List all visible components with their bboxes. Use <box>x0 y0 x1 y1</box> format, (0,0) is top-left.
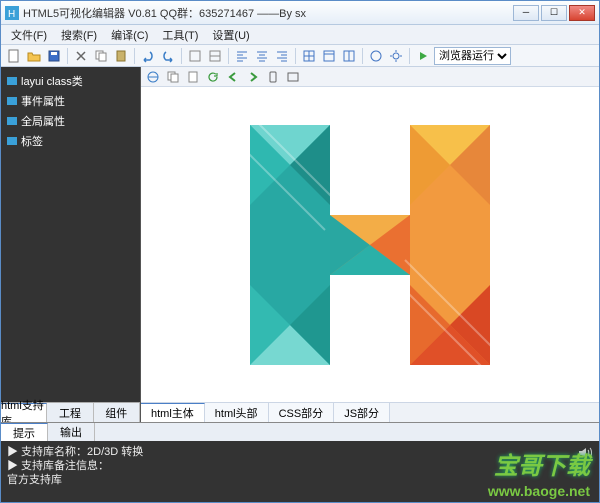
separator <box>228 48 229 64</box>
layout-icon[interactable] <box>320 47 338 65</box>
sidebar: layui class类 事件属性 全局属性 标签 html支持库 工程 组件 <box>1 67 141 422</box>
settings-icon[interactable] <box>387 47 405 65</box>
cut-icon[interactable] <box>72 47 90 65</box>
menu-search[interactable]: 搜索(F) <box>55 25 103 45</box>
output-line: 官方支持库 <box>7 473 593 487</box>
tree-item[interactable]: 标签 <box>3 131 138 151</box>
separator <box>362 48 363 64</box>
separator <box>67 48 68 64</box>
menubar: 文件(F) 搜索(F) 编译(C) 工具(T) 设置(U) <box>1 25 599 45</box>
save-icon[interactable] <box>45 47 63 65</box>
main-tabs: html主体 html头部 CSS部分 JS部分 <box>141 402 599 422</box>
minimize-button[interactable]: ─ <box>513 5 539 21</box>
tree-item[interactable]: layui class类 <box>3 71 138 91</box>
toolbar: 浏览器运行 <box>1 45 599 67</box>
run-mode-select[interactable]: 浏览器运行 <box>434 47 511 65</box>
app-window: H HTML5可视化编辑器 V0.81 QQ群：635271467 ——By s… <box>0 0 600 503</box>
window-title: HTML5可视化编辑器 V0.81 QQ群：635271467 ——By sx <box>23 5 513 21</box>
sidebar-tab-library[interactable]: html支持库 <box>1 403 47 422</box>
align-center-icon[interactable] <box>253 47 271 65</box>
menu-tools[interactable]: 工具(T) <box>156 25 204 45</box>
tab-html-head[interactable]: html头部 <box>205 403 269 422</box>
grid-icon[interactable] <box>300 47 318 65</box>
window-icon[interactable] <box>285 69 301 85</box>
sidebar-tab-project[interactable]: 工程 <box>47 403 93 422</box>
preview-toolbar <box>141 67 599 87</box>
separator <box>295 48 296 64</box>
refresh-icon[interactable] <box>205 69 221 85</box>
browser-icon[interactable] <box>145 69 161 85</box>
main-area: html主体 html头部 CSS部分 JS部分 <box>141 67 599 422</box>
menu-file[interactable]: 文件(F) <box>5 25 53 45</box>
separator <box>181 48 182 64</box>
page-icon[interactable] <box>185 69 201 85</box>
menu-compile[interactable]: 编译(C) <box>105 25 154 45</box>
align-right-icon[interactable] <box>273 47 291 65</box>
tab-js[interactable]: JS部分 <box>334 403 390 422</box>
bottom-tab-output[interactable]: 输出 <box>48 423 95 441</box>
sound-icon[interactable] <box>577 445 593 464</box>
align-left-icon[interactable] <box>233 47 251 65</box>
separator <box>409 48 410 64</box>
folder-icon <box>7 116 17 126</box>
tree-panel: layui class类 事件属性 全局属性 标签 <box>1 67 140 402</box>
h-logo-graphic <box>210 105 530 385</box>
folder-icon <box>7 136 17 146</box>
body-area: layui class类 事件属性 全局属性 标签 html支持库 工程 组件 <box>1 67 599 422</box>
folder-icon <box>7 96 17 106</box>
paste-icon[interactable] <box>112 47 130 65</box>
output-line: ▶ 支持库名称：2D/3D 转换 <box>7 445 593 459</box>
sidebar-tab-components[interactable]: 组件 <box>94 403 140 422</box>
tree-label: 事件属性 <box>21 93 65 109</box>
new-file-icon[interactable] <box>5 47 23 65</box>
tab-css[interactable]: CSS部分 <box>269 403 335 422</box>
maximize-button[interactable]: ☐ <box>541 5 567 21</box>
tab-html-body[interactable]: html主体 <box>141 403 205 422</box>
device-icon[interactable] <box>265 69 281 85</box>
app-icon: H <box>5 6 19 20</box>
copy-preview-icon[interactable] <box>165 69 181 85</box>
folder-icon <box>7 76 17 86</box>
copy-icon[interactable] <box>92 47 110 65</box>
bottom-panel: 提示 输出 ▶ 支持库名称：2D/3D 转换 ▶ 支持库备注信息： 官方支持库 <box>1 422 599 502</box>
tree-item[interactable]: 全局属性 <box>3 111 138 131</box>
bottom-tabs: 提示 输出 <box>1 423 599 441</box>
column-icon[interactable] <box>340 47 358 65</box>
preview-canvas[interactable] <box>141 87 599 402</box>
open-folder-icon[interactable] <box>25 47 43 65</box>
tool-icon-1[interactable] <box>186 47 204 65</box>
sidebar-tabs: html支持库 工程 组件 <box>1 402 140 422</box>
close-button[interactable]: ✕ <box>569 5 595 21</box>
separator <box>134 48 135 64</box>
back-arrow-icon[interactable] <box>225 69 241 85</box>
bottom-tab-hint[interactable]: 提示 <box>1 423 48 441</box>
window-controls: ─ ☐ ✕ <box>513 5 595 21</box>
tree-label: 全局属性 <box>21 113 65 129</box>
run-icon[interactable] <box>414 47 432 65</box>
titlebar: H HTML5可视化编辑器 V0.81 QQ群：635271467 ——By s… <box>1 1 599 25</box>
tree-item[interactable]: 事件属性 <box>3 91 138 111</box>
output-console[interactable]: ▶ 支持库名称：2D/3D 转换 ▶ 支持库备注信息： 官方支持库 <box>1 441 599 502</box>
forward-arrow-icon[interactable] <box>245 69 261 85</box>
tool-icon-2[interactable] <box>206 47 224 65</box>
redo-icon[interactable] <box>159 47 177 65</box>
output-line: ▶ 支持库备注信息： <box>7 459 593 473</box>
tree-label: layui class类 <box>21 73 83 89</box>
tree-label: 标签 <box>21 133 43 149</box>
view-icon[interactable] <box>367 47 385 65</box>
svg-text:H: H <box>8 9 15 20</box>
menu-settings[interactable]: 设置(U) <box>206 25 255 45</box>
undo-icon[interactable] <box>139 47 157 65</box>
